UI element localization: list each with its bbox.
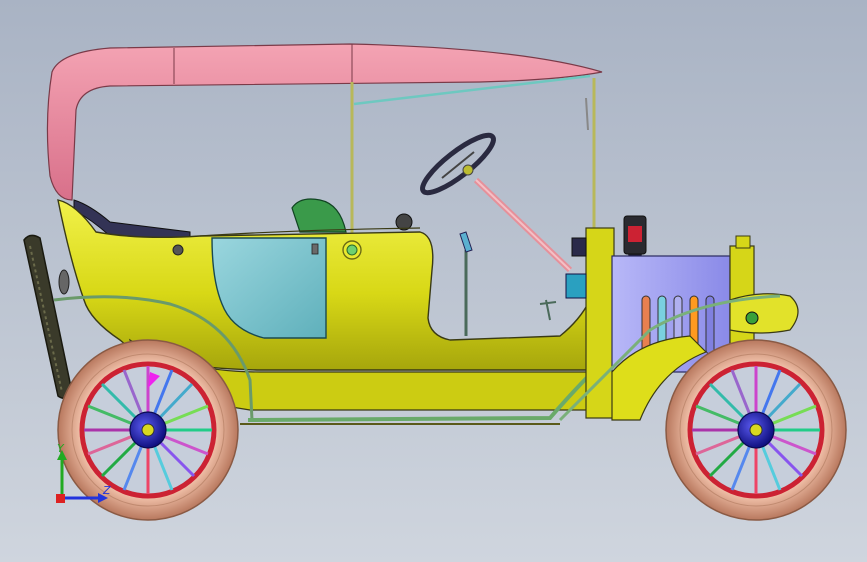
triad-y-label: Y [57, 442, 64, 455]
door-handle [311, 243, 319, 255]
radiator-cap [735, 235, 751, 249]
body-emblem [342, 240, 362, 260]
graphics-viewport[interactable]: Y Z [0, 0, 867, 562]
car-model-3d-view[interactable] [0, 0, 867, 562]
triad-z-label: Z [103, 484, 111, 497]
coordinate-triad: Y Z [50, 440, 120, 510]
front-wheel[interactable] [665, 339, 847, 521]
